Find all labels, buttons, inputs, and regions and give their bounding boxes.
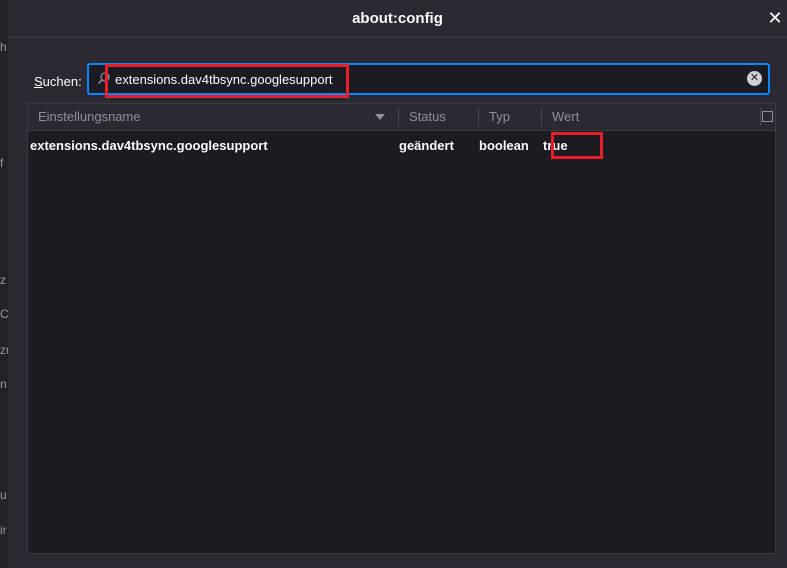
background-window-strip: h f z C zu n u ir [0,0,8,568]
background-text: ir [0,523,7,537]
background-text: n [0,377,7,391]
background-text: u [0,488,7,502]
background-text: z [0,273,6,287]
column-header-name[interactable]: Einstellungsname [38,104,141,130]
pref-status-cell: geändert [399,138,454,153]
column-header-type[interactable]: Typ [489,104,510,130]
column-separator[interactable] [760,108,761,126]
close-icon: ✕ [767,8,783,28]
search-label: Suchen: [34,74,82,89]
pref-value-cell: true [543,138,568,153]
config-dialog: about:config ✕ Suchen: ✕ Einstellungsnam… [8,0,787,568]
column-separator[interactable] [541,108,542,126]
preferences-table: Einstellungsname Status Typ Wert extensi… [27,103,776,554]
column-separator[interactable] [478,108,479,126]
window-title: about:config [352,10,443,27]
search-label-accesskey: S [34,74,43,89]
sort-descending-icon [375,114,385,120]
search-input[interactable] [115,68,735,90]
background-text: C [0,307,8,321]
screen: h f z C zu n u ir about:config ✕ Suchen:… [0,0,787,568]
column-separator[interactable] [398,108,399,126]
search-label-rest: uchen: [42,74,82,89]
table-header: Einstellungsname Status Typ Wert [28,104,775,131]
clear-search-icon[interactable]: ✕ [747,71,762,86]
search-icon [97,72,110,85]
pref-type-cell: boolean [479,138,529,153]
search-box[interactable]: ✕ [87,63,770,95]
background-text: h [0,40,7,54]
background-text: zu [0,343,8,357]
background-text: f [0,156,4,170]
pref-name-cell: extensions.dav4tbsync.googlesupport [30,138,268,153]
table-row[interactable]: extensions.dav4tbsync.googlesupport geän… [28,135,775,157]
column-header-status[interactable]: Status [409,104,446,130]
titlebar: about:config ✕ [8,0,787,38]
column-header-value[interactable]: Wert [552,104,579,130]
column-picker-icon[interactable] [762,111,773,122]
close-button[interactable]: ✕ [765,7,785,29]
